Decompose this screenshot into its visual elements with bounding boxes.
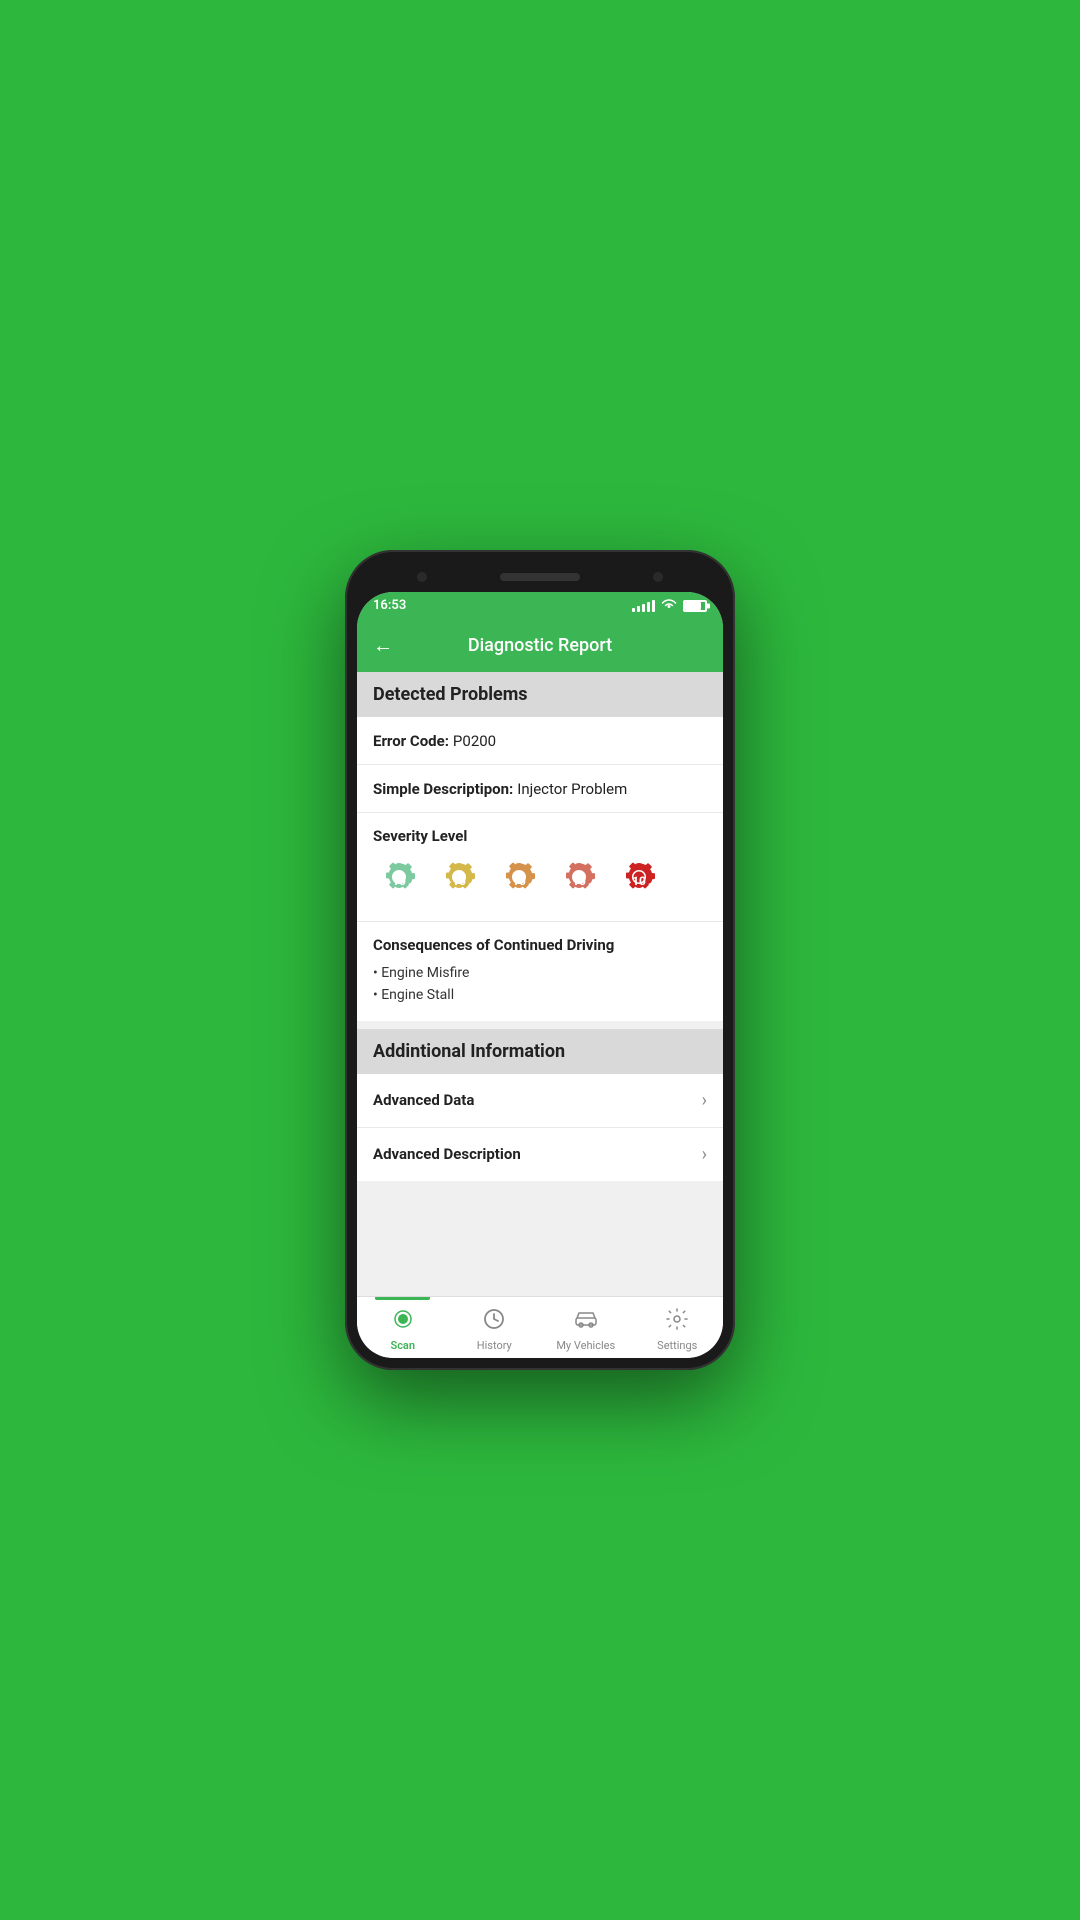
advanced-description-label: Advanced Description: [373, 1145, 521, 1163]
svg-text:10: 10: [632, 874, 646, 888]
svg-text:10: 10: [452, 874, 466, 888]
status-bar: 16:53: [357, 592, 723, 619]
settings-icon: [665, 1307, 689, 1337]
wifi-icon: [661, 598, 677, 613]
status-time: 16:53: [373, 598, 406, 613]
scan-icon: [391, 1307, 415, 1337]
back-button[interactable]: ←: [373, 629, 401, 662]
nav-item-settings[interactable]: Settings: [632, 1303, 724, 1356]
advanced-data-row[interactable]: Advanced Data ›: [357, 1074, 723, 1128]
nav-item-scan[interactable]: Scan: [357, 1303, 449, 1356]
simple-desc-label: Simple Descriptipon:: [373, 780, 513, 798]
section-gap: [357, 1021, 723, 1029]
severity-row: Severity Level 10: [357, 813, 723, 922]
battery-icon: [683, 600, 707, 612]
my-vehicles-icon: [574, 1307, 598, 1337]
severity-gear-2: 10: [433, 855, 485, 907]
additional-info-title: Addintional Information: [373, 1041, 565, 1062]
detected-problems-title: Detected Problems: [373, 684, 528, 705]
svg-text:10: 10: [392, 874, 406, 888]
nav-item-history[interactable]: History: [449, 1303, 541, 1356]
my-vehicles-label: My Vehicles: [556, 1339, 615, 1352]
phone-speaker: [500, 573, 580, 581]
severity-gear-5: 10: [613, 855, 665, 907]
severity-gears: 10 10: [373, 855, 707, 907]
severity-label: Severity Level: [373, 827, 707, 845]
scan-label: Scan: [390, 1339, 415, 1352]
error-code-label: Error Code:: [373, 732, 449, 750]
svg-text:10: 10: [512, 874, 526, 888]
consequence-1: • Engine Misfire: [373, 962, 707, 984]
history-icon: [482, 1307, 506, 1337]
phone-screen: 16:53: [357, 592, 723, 1358]
advanced-description-row[interactable]: Advanced Description ›: [357, 1128, 723, 1181]
consequences-row: Consequences of Continued Driving • Engi…: [357, 922, 723, 1021]
detected-problems-card: Error Code: P0200 Simple Descriptipon: I…: [357, 717, 723, 1021]
simple-desc-row: Simple Descriptipon: Injector Problem: [357, 765, 723, 813]
camera-left: [417, 572, 427, 582]
camera-right: [653, 572, 663, 582]
settings-label: Settings: [657, 1339, 697, 1352]
simple-desc-value: Injector Problem: [517, 780, 627, 798]
history-label: History: [477, 1339, 512, 1352]
phone-frame: 16:53: [345, 550, 735, 1370]
additional-info-header: Addintional Information: [357, 1029, 723, 1074]
advanced-description-chevron: ›: [702, 1144, 707, 1165]
content-area: Detected Problems Error Code: P0200 Simp…: [357, 672, 723, 1296]
severity-gear-3: 10: [493, 855, 545, 907]
error-code-row: Error Code: P0200: [357, 717, 723, 765]
page-title: Diagnostic Report: [401, 635, 679, 656]
severity-gear-1: 10: [373, 855, 425, 907]
error-code-value: P0200: [453, 732, 496, 750]
additional-info-card: Advanced Data › Advanced Description ›: [357, 1074, 723, 1181]
status-icons: [632, 598, 707, 613]
advanced-data-chevron: ›: [702, 1090, 707, 1111]
consequences-title: Consequences of Continued Driving: [373, 936, 707, 954]
svg-text:10: 10: [572, 874, 586, 888]
detected-problems-header: Detected Problems: [357, 672, 723, 717]
phone-notch: [357, 562, 723, 592]
severity-gear-4: 10: [553, 855, 605, 907]
consequence-2: • Engine Stall: [373, 984, 707, 1006]
nav-item-my-vehicles[interactable]: My Vehicles: [540, 1303, 632, 1356]
advanced-data-label: Advanced Data: [373, 1091, 474, 1109]
app-header: ← Diagnostic Report: [357, 619, 723, 672]
signal-icon: [632, 600, 655, 612]
bottom-nav: Scan History: [357, 1296, 723, 1358]
